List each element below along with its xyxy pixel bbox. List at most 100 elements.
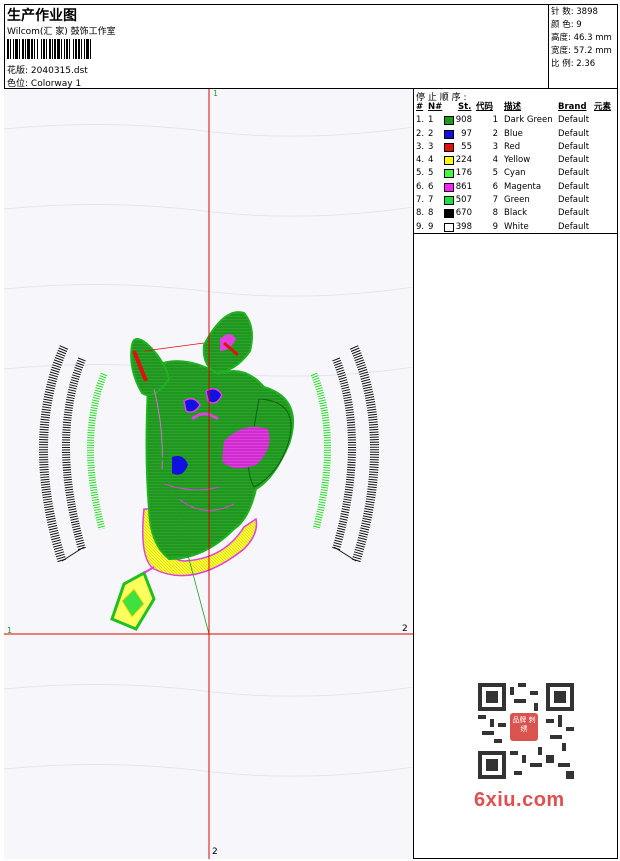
row-stitches: 908	[455, 115, 472, 126]
table-row[interactable]: 4. 4 224 4 Yellow Default	[414, 154, 618, 167]
row-code: 8	[492, 208, 498, 219]
row-needle: 9	[428, 221, 434, 232]
row-stitches: 861	[455, 181, 472, 192]
table-row[interactable]: 3. 3 55 3 Red Default	[414, 141, 618, 154]
row-needle: 7	[428, 195, 434, 206]
sheet-header: 生产作业图 Wilcom(汇 家) 鼓饰工作室 花版: 2040315.dst …	[4, 4, 549, 89]
row-code: 1	[492, 115, 498, 126]
color-swatch	[444, 196, 454, 206]
table-row[interactable]: 6. 6 861 6 Magenta Default	[414, 181, 618, 194]
table-header: # N# St. 代码 描述 Brand 元素	[414, 101, 618, 114]
color-sequence-table: # N# St. 代码 描述 Brand 元素 1. 1 908 1 Dark Gree…	[414, 101, 618, 234]
row-stitches: 224	[455, 155, 472, 166]
row-no: 8.	[416, 208, 425, 219]
barcode-bar	[91, 39, 93, 59]
qr-center-badge: 品牌 刺绣	[510, 713, 538, 741]
row-no: 2.	[416, 128, 425, 139]
row-brand: Default	[558, 155, 590, 166]
table-row[interactable]: 1. 1 908 1 Dark Green Default	[414, 114, 618, 127]
stitch-count: 针 数: 3898	[551, 7, 598, 17]
row-description: Black	[504, 208, 527, 219]
axis-label-right: 2	[402, 624, 408, 634]
design-scale: 比 例: 2.36	[551, 59, 596, 69]
row-description: Red	[504, 141, 521, 152]
color-swatch	[444, 142, 454, 152]
row-brand: Default	[558, 168, 590, 179]
right-sound-waves	[310, 345, 379, 563]
design-filename: 2040315.dst	[30, 66, 88, 76]
row-no: 3.	[416, 141, 425, 152]
table-row[interactable]: 2. 2 97 2 Blue Default	[414, 128, 618, 141]
col-no: #	[416, 102, 424, 112]
dog-head-design	[110, 311, 294, 635]
row-code: 6	[492, 181, 498, 192]
color-swatch	[444, 222, 454, 232]
color-count: 颜 色: 9	[551, 20, 582, 30]
row-brand: Default	[558, 141, 590, 152]
color-swatch	[444, 156, 454, 166]
row-description: White	[504, 221, 529, 232]
row-brand: Default	[558, 208, 590, 219]
design-stats: 针 数: 3898 颜 色: 9 高度: 46.3 mm 宽度: 57.2 mm…	[549, 4, 618, 89]
design-canvas[interactable]: 1 1 2 2	[4, 89, 414, 859]
row-code: 3	[492, 141, 498, 152]
axis-label-top: 1	[213, 89, 219, 98]
row-stitches: 55	[461, 141, 472, 152]
table-row[interactable]: 9. 9 398 9 White Default	[414, 221, 618, 234]
row-description: Green	[504, 195, 530, 206]
table-divider	[414, 233, 618, 234]
color-swatch	[444, 182, 454, 192]
row-needle: 8	[428, 208, 434, 219]
row-stitches: 398	[455, 221, 472, 232]
watermark-text: 6xiu.com	[474, 789, 565, 811]
row-brand: Default	[558, 221, 590, 232]
col-n: N#	[428, 102, 443, 112]
row-needle: 2	[428, 128, 434, 139]
design-label: 花版:	[7, 66, 29, 76]
row-no: 4.	[416, 155, 425, 166]
table-row[interactable]: 8. 8 670 8 Black Default	[414, 207, 618, 220]
color-swatch	[444, 116, 454, 126]
row-stitches: 176	[455, 168, 472, 179]
row-brand: Default	[558, 195, 590, 206]
row-brand: Default	[558, 128, 590, 139]
row-description: Dark Green	[504, 115, 553, 126]
row-needle: 3	[428, 141, 434, 152]
design-height: 高度: 46.3 mm	[551, 33, 612, 43]
row-code: 5	[492, 168, 498, 179]
row-stitches: 670	[455, 208, 472, 219]
row-brand: Default	[558, 115, 590, 126]
row-code: 7	[492, 195, 498, 206]
row-description: Magenta	[504, 181, 542, 192]
left-sound-waves	[39, 345, 108, 563]
row-description: Yellow	[504, 155, 531, 166]
col-code: 代码	[476, 102, 494, 112]
colorway-row: 色位: Colorway 1	[7, 76, 81, 89]
row-needle: 6	[428, 181, 434, 192]
color-swatch	[444, 209, 454, 219]
row-description: Blue	[504, 128, 523, 139]
table-row[interactable]: 5. 5 176 5 Cyan Default	[414, 167, 618, 180]
row-needle: 1	[428, 115, 434, 126]
row-needle: 5	[428, 168, 434, 179]
col-stitches: St.	[458, 102, 472, 112]
row-stitches: 97	[461, 128, 472, 139]
table-row[interactable]: 7. 7 507 7 Green Default	[414, 194, 618, 207]
design-width: 宽度: 57.2 mm	[551, 46, 612, 56]
axis-label-left: 1	[7, 626, 13, 635]
row-stitches: 507	[455, 195, 472, 206]
row-description: Cyan	[504, 168, 526, 179]
embroidery-preview	[4, 89, 413, 859]
row-code: 2	[492, 128, 498, 139]
row-brand: Default	[558, 181, 590, 192]
row-no: 6.	[416, 181, 425, 192]
row-code: 4	[492, 155, 498, 166]
axis-label-bottom: 2	[212, 847, 218, 857]
row-no: 5.	[416, 168, 425, 179]
color-swatch	[444, 169, 454, 179]
company-name: Wilcom(汇 家) 鼓饰工作室	[7, 27, 116, 37]
row-no: 1.	[416, 115, 425, 126]
colorway-value: Colorway 1	[30, 79, 82, 89]
design-file-row: 花版: 2040315.dst	[7, 63, 88, 76]
sheet-title: 生产作业图	[7, 8, 77, 24]
